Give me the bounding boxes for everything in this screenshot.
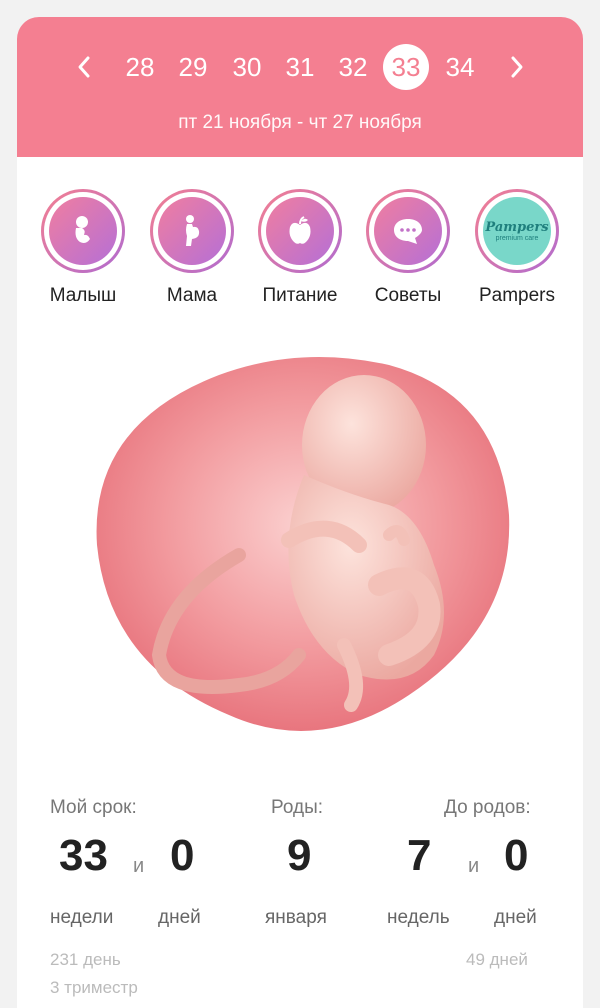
category-tips[interactable]: Советы — [358, 189, 458, 307]
category-baby[interactable]: Малыш — [33, 189, 133, 307]
category-label: Мама — [166, 285, 218, 306]
week-32[interactable]: 32 — [330, 47, 376, 87]
birth-day: 9 — [287, 831, 312, 880]
term-total-days: 231 день — [50, 950, 121, 969]
category-label: Советы — [374, 285, 442, 306]
pampers-logo: Pampers premium care — [485, 219, 549, 242]
week-34[interactable]: 34 — [437, 47, 483, 87]
pregnant-woman-icon — [186, 215, 200, 246]
left-total-days: 49 дней — [466, 950, 528, 969]
category-label: Малыш — [49, 285, 117, 306]
week-30[interactable]: 30 — [224, 47, 270, 87]
birth-month: января — [265, 907, 327, 928]
chat-bubble-icon — [394, 219, 422, 244]
category-mom[interactable]: Мама — [142, 189, 242, 307]
left-weeks-unit: недель — [387, 907, 450, 928]
week-selector: 28 29 30 31 32 33 34 — [17, 44, 583, 90]
term-weeks-unit: недели — [50, 907, 114, 928]
term-and: и — [133, 855, 145, 877]
term-days: 0 — [170, 831, 195, 880]
week-header: 28 29 30 31 32 33 34 пт 21 ноября - чт 2… — [17, 17, 583, 157]
week-28[interactable]: 28 — [117, 47, 163, 87]
date-range: пт 21 ноября - чт 27 ноября — [178, 112, 422, 133]
category-label: Pampers — [478, 285, 556, 306]
week-29[interactable]: 29 — [170, 47, 216, 87]
pregnancy-card: 28 29 30 31 32 33 34 пт 21 ноября - чт 2… — [17, 17, 583, 1008]
left-label: До родов: — [444, 797, 531, 818]
term-days-unit: дней — [158, 907, 201, 928]
week-33-active[interactable]: 33 — [383, 44, 429, 90]
category-label: Питание — [262, 285, 338, 306]
trimester: 3 триместр — [50, 978, 138, 997]
week-31[interactable]: 31 — [277, 47, 323, 87]
left-and: и — [468, 855, 480, 877]
category-pampers[interactable]: Pampers premium care Pampers — [467, 189, 567, 307]
chevron-left-icon[interactable] — [69, 51, 99, 83]
birth-label: Роды: — [271, 797, 324, 818]
term-label: Мой срок: — [50, 797, 137, 818]
left-weeks: 7 — [407, 831, 432, 880]
chevron-right-icon[interactable] — [502, 51, 532, 83]
left-days: 0 — [504, 831, 529, 880]
baby-icon — [75, 216, 90, 243]
left-days-unit: дней — [494, 907, 537, 928]
fetus-illustration — [96, 357, 510, 731]
category-nutrition[interactable]: Питание — [250, 189, 350, 307]
category-list: Малыш Мама Питание Советы Pampers premiu… — [17, 189, 583, 319]
term-weeks: 33 — [59, 831, 108, 880]
apple-icon — [289, 216, 311, 244]
